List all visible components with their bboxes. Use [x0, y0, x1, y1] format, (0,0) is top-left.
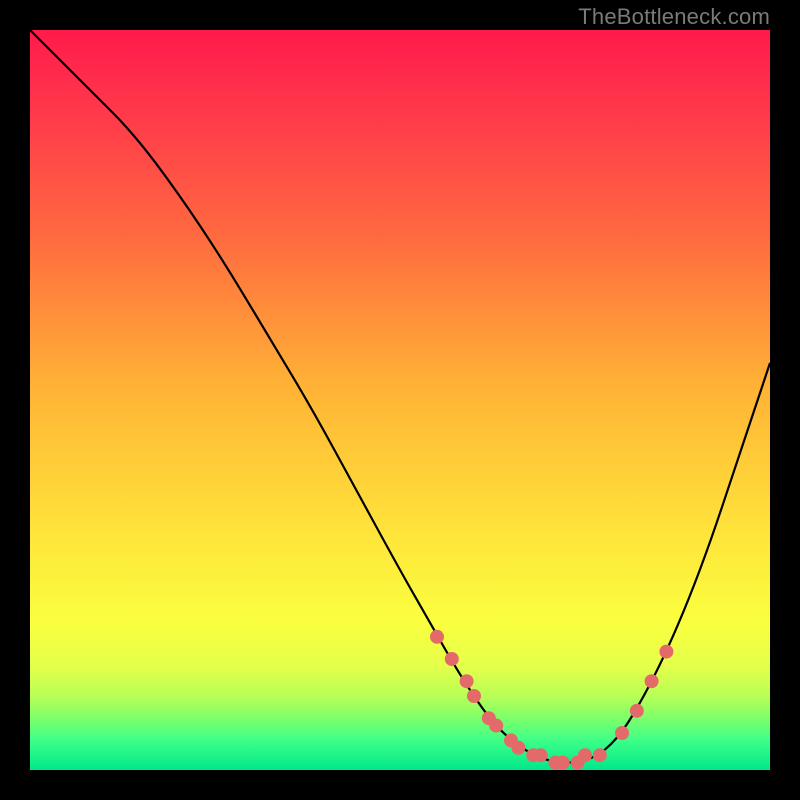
curve-marker: [430, 630, 444, 644]
curve-marker: [630, 704, 644, 718]
curve-marker: [534, 748, 548, 762]
curve-marker: [578, 748, 592, 762]
plot-area: [30, 30, 770, 770]
curve-marker: [489, 719, 503, 733]
curve-marker: [645, 674, 659, 688]
curve-marker: [467, 689, 481, 703]
curve-marker: [460, 674, 474, 688]
bottleneck-curve: [30, 30, 770, 763]
curve-marker: [615, 726, 629, 740]
curve-marker: [556, 756, 570, 770]
chart-svg: [30, 30, 770, 770]
curve-marker: [445, 652, 459, 666]
curve-marker: [659, 645, 673, 659]
outer-frame: TheBottleneck.com: [0, 0, 800, 800]
watermark-text: TheBottleneck.com: [578, 4, 770, 30]
curve-marker: [511, 741, 525, 755]
curve-marker: [593, 748, 607, 762]
marker-group: [430, 630, 673, 770]
